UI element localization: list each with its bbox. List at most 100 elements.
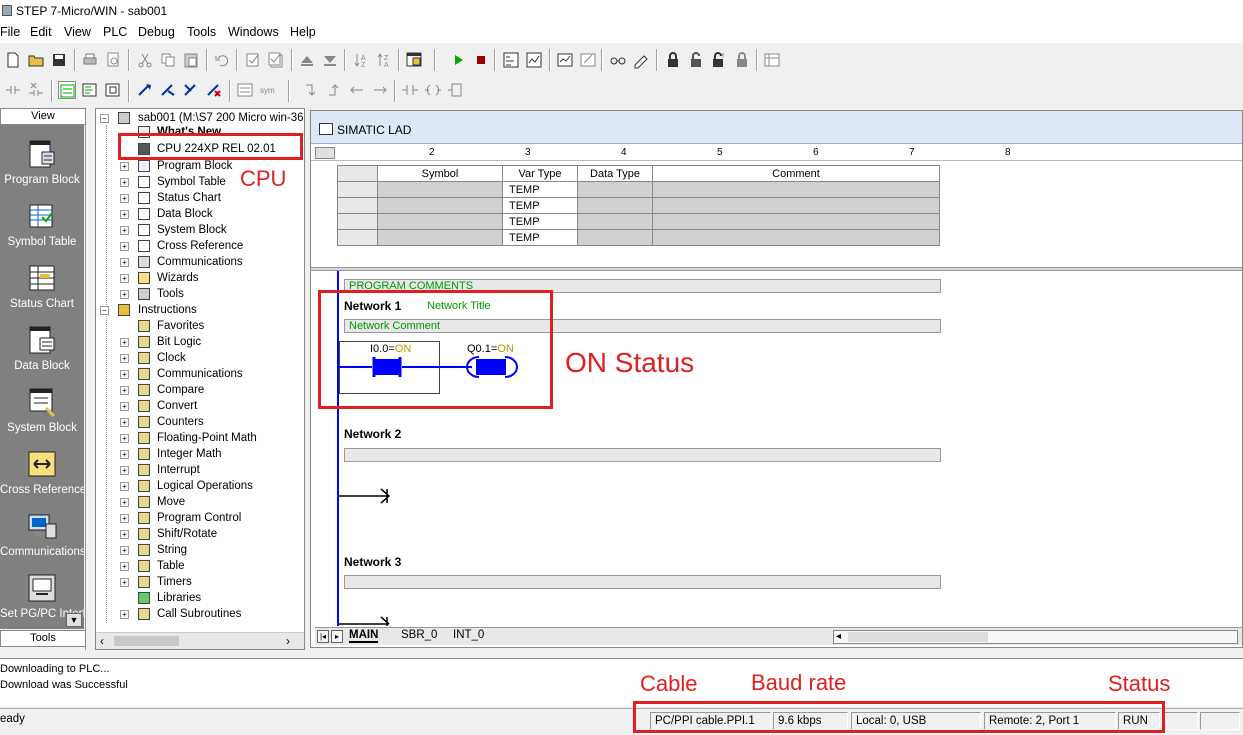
sort-ascending-icon[interactable]: AZ — [352, 51, 370, 69]
var-type-cell[interactable]: TEMP — [502, 197, 578, 214]
table-row[interactable]: TEMP — [337, 229, 940, 246]
cut-icon[interactable] — [136, 51, 154, 69]
scroll-thumb[interactable] — [114, 636, 179, 646]
open-icon[interactable] — [27, 51, 45, 69]
line-right-icon[interactable] — [371, 81, 389, 99]
compile-all-icon[interactable] — [267, 51, 285, 69]
expand-icon[interactable]: + — [120, 450, 129, 459]
expand-icon[interactable]: + — [120, 562, 129, 571]
expand-icon[interactable]: + — [120, 210, 129, 219]
line-down-icon[interactable] — [302, 81, 320, 99]
col-symbol[interactable]: Symbol — [377, 165, 503, 182]
trend-view-icon[interactable] — [556, 51, 574, 69]
menu-file[interactable]: File — [0, 25, 20, 39]
col-data-type[interactable]: Data Type — [577, 165, 653, 182]
write-all-icon[interactable] — [632, 51, 650, 69]
expand-icon[interactable]: + — [120, 498, 129, 507]
coil-icon[interactable] — [424, 81, 442, 99]
menu-view[interactable]: View — [64, 25, 91, 39]
undo-icon[interactable] — [213, 51, 231, 69]
expand-icon[interactable]: + — [120, 354, 129, 363]
var-type-cell[interactable]: TEMP — [502, 213, 578, 230]
network-2-rung[interactable] — [339, 486, 399, 510]
menu-tools[interactable]: Tools — [187, 25, 216, 39]
print-icon[interactable] — [81, 51, 99, 69]
expand-icon[interactable]: + — [120, 578, 129, 587]
read-forced-icon[interactable] — [733, 51, 751, 69]
contact-icon[interactable] — [401, 81, 419, 99]
view-bar-scroll-down-icon[interactable]: ▼ — [66, 613, 82, 627]
var-type-cell[interactable]: TEMP — [502, 229, 578, 246]
view-item-status-chart[interactable]: Status Chart — [0, 262, 84, 322]
scroll-left-icon[interactable]: ◂ — [836, 631, 841, 642]
expand-icon[interactable]: + — [120, 530, 129, 539]
run-icon[interactable] — [450, 51, 468, 69]
tab-main[interactable]: MAIN — [349, 629, 379, 643]
expand-icon[interactable]: + — [120, 546, 129, 555]
scroll-thumb[interactable] — [848, 632, 988, 642]
read-all-icon[interactable] — [609, 51, 627, 69]
view-bar-footer-tools[interactable]: Tools — [0, 630, 86, 647]
next-bookmark-icon[interactable] — [159, 81, 177, 99]
apply-symbols-icon[interactable]: sym — [259, 81, 277, 99]
collapse-icon[interactable]: − — [100, 114, 109, 123]
upload-icon[interactable] — [298, 51, 316, 69]
print-preview-icon[interactable] — [104, 51, 122, 69]
expand-icon[interactable]: + — [120, 178, 129, 187]
menu-windows[interactable]: Windows — [228, 25, 279, 39]
menu-help[interactable]: Help — [290, 25, 316, 39]
tab-sbr-0[interactable]: SBR_0 — [401, 629, 437, 641]
force-icon[interactable] — [664, 51, 682, 69]
paste-icon[interactable] — [182, 51, 200, 69]
network-2-comment[interactable] — [344, 448, 941, 462]
editor-horizontal-scrollbar[interactable]: ◂ — [833, 630, 1238, 644]
tree-horizontal-scrollbar[interactable]: ‹ › — [96, 632, 304, 649]
col-var-type[interactable]: Var Type — [502, 165, 578, 182]
view-item-program-block[interactable]: Program Block — [0, 138, 84, 198]
tab-first-icon[interactable]: |◂ — [317, 630, 329, 643]
expand-icon[interactable]: + — [120, 338, 129, 347]
view-bar-header[interactable]: View — [0, 108, 86, 125]
save-all-icon[interactable] — [50, 51, 68, 69]
network-delete-icon[interactable] — [27, 81, 45, 99]
menu-edit[interactable]: Edit — [30, 25, 52, 39]
stop-icon[interactable] — [472, 51, 490, 69]
expand-icon[interactable]: + — [120, 162, 129, 171]
line-left-icon[interactable] — [348, 81, 366, 99]
col-comment[interactable]: Comment — [652, 165, 940, 182]
collapse-icon[interactable]: − — [100, 306, 109, 315]
expand-icon[interactable]: + — [120, 482, 129, 491]
expand-icon[interactable]: + — [120, 258, 129, 267]
expand-icon[interactable]: + — [120, 386, 129, 395]
view-item-communications[interactable]: Communications — [0, 510, 84, 570]
expand-icon[interactable]: + — [120, 226, 129, 235]
compile-icon[interactable] — [244, 51, 262, 69]
stl-view-icon[interactable] — [81, 81, 99, 99]
tab-next-icon[interactable]: ▸ — [331, 630, 343, 643]
table-row[interactable]: TEMP — [337, 181, 940, 198]
expand-icon[interactable]: + — [120, 274, 129, 283]
expand-icon[interactable]: + — [120, 242, 129, 251]
edit-status-icon[interactable] — [579, 51, 597, 69]
download-icon[interactable] — [321, 51, 339, 69]
expand-icon[interactable]: + — [120, 610, 129, 619]
network-3-comment[interactable] — [344, 575, 941, 589]
expand-icon[interactable]: + — [120, 514, 129, 523]
unforce-icon[interactable] — [687, 51, 705, 69]
expand-icon[interactable]: + — [120, 434, 129, 443]
menu-debug[interactable]: Debug — [138, 25, 175, 39]
view-item-cross-reference[interactable]: Cross Reference — [0, 448, 84, 508]
fbd-view-icon[interactable] — [104, 81, 122, 99]
expand-icon[interactable]: + — [120, 402, 129, 411]
menu-plc[interactable]: PLC — [103, 25, 127, 39]
symbol-info-icon[interactable] — [236, 81, 254, 99]
network-insert-icon[interactable] — [4, 81, 22, 99]
sort-descending-icon[interactable]: ZA — [375, 51, 393, 69]
program-status-icon[interactable] — [502, 51, 520, 69]
instruction-tree-icon[interactable] — [763, 51, 781, 69]
expand-icon[interactable]: + — [120, 370, 129, 379]
expand-icon[interactable]: + — [120, 418, 129, 427]
expand-icon[interactable]: + — [120, 194, 129, 203]
table-row[interactable]: TEMP — [337, 197, 940, 214]
unforce-all-icon[interactable]: ! — [710, 51, 728, 69]
